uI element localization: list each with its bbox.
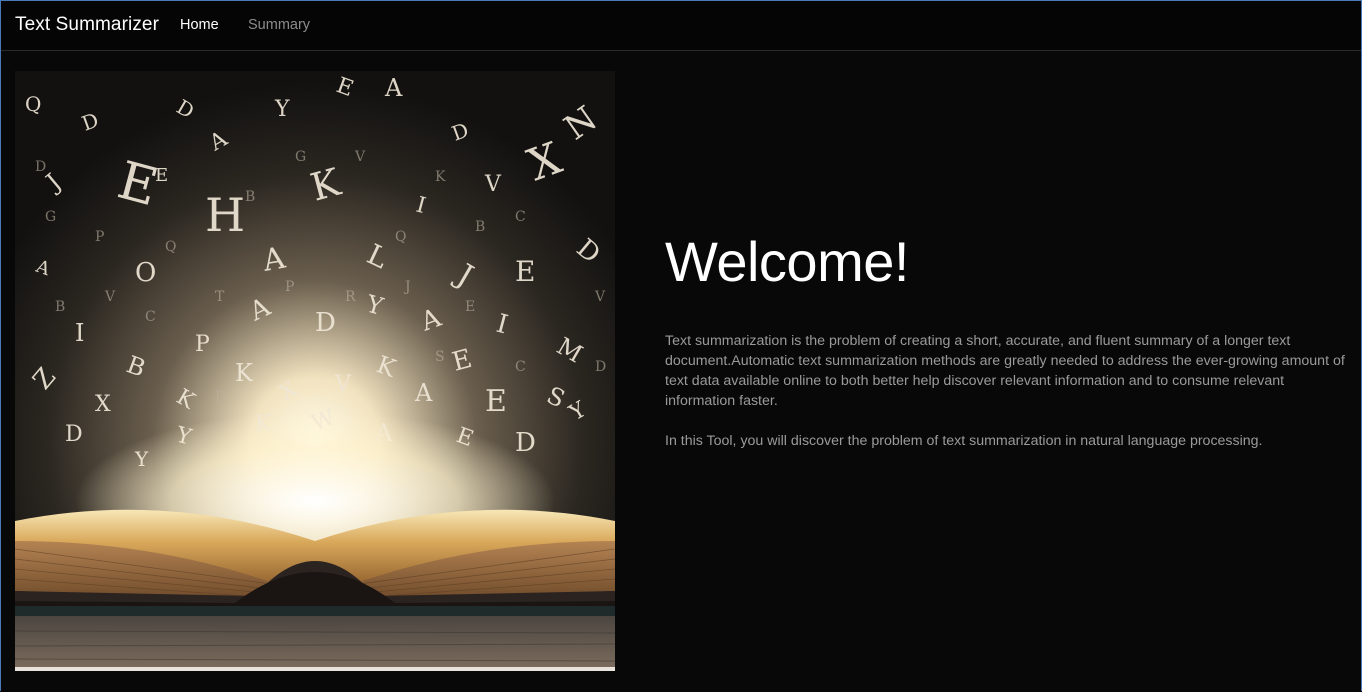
image-bottom-border bbox=[15, 667, 615, 671]
svg-text:G: G bbox=[295, 149, 306, 165]
svg-text:J: J bbox=[403, 279, 411, 295]
svg-text:V: V bbox=[484, 172, 502, 197]
svg-text:V: V bbox=[354, 149, 366, 165]
svg-text:O: O bbox=[135, 258, 156, 288]
hero-image: E H X N K J A L O J I B P A D Y A I E M bbox=[15, 71, 615, 671]
svg-text:T: T bbox=[215, 289, 225, 305]
svg-text:H: H bbox=[205, 188, 245, 242]
svg-text:C: C bbox=[145, 309, 156, 325]
svg-text:V: V bbox=[594, 289, 606, 305]
nav-link-summary[interactable]: Summary bbox=[248, 17, 310, 33]
svg-text:D: D bbox=[595, 359, 606, 375]
svg-text:S: S bbox=[435, 349, 445, 365]
svg-text:X: X bbox=[95, 392, 111, 417]
svg-text:A: A bbox=[384, 74, 403, 102]
svg-text:Y: Y bbox=[274, 97, 290, 122]
svg-text:E: E bbox=[485, 384, 507, 419]
svg-text:K: K bbox=[235, 359, 254, 387]
svg-text:I: I bbox=[75, 319, 84, 347]
svg-text:P: P bbox=[195, 332, 210, 357]
svg-text:P: P bbox=[95, 229, 104, 245]
app-window: Text Summarizer Home Summary E H X N K J… bbox=[0, 0, 1362, 691]
svg-text:D: D bbox=[35, 159, 46, 175]
svg-text:E: E bbox=[465, 299, 475, 315]
svg-text:B: B bbox=[55, 299, 65, 315]
brand-logo-text[interactable]: Text Summarizer bbox=[15, 14, 159, 36]
navbar: Text Summarizer Home Summary bbox=[1, 1, 1361, 51]
svg-text:B: B bbox=[475, 219, 485, 235]
svg-text:E: E bbox=[155, 165, 168, 186]
svg-text:A: A bbox=[414, 379, 433, 407]
svg-text:D: D bbox=[215, 389, 226, 405]
svg-text:E: E bbox=[515, 255, 535, 288]
main-content: Welcome! Text summarization is the probl… bbox=[665, 227, 1350, 471]
svg-text:C: C bbox=[515, 359, 526, 375]
svg-text:P: P bbox=[285, 279, 294, 295]
svg-text:C: C bbox=[515, 209, 526, 225]
nav-link-home[interactable]: Home bbox=[180, 17, 219, 33]
welcome-heading: Welcome! bbox=[665, 230, 909, 293]
svg-text:K: K bbox=[435, 169, 446, 185]
open-book-flying-letters-image: E H X N K J A L O J I B P A D Y A I E M bbox=[15, 71, 615, 671]
svg-text:D: D bbox=[65, 422, 83, 447]
svg-text:V: V bbox=[104, 289, 116, 305]
intro-paragraph: Text summarization is the problem of cre… bbox=[665, 333, 1345, 409]
svg-text:B: B bbox=[245, 189, 255, 205]
svg-text:Q: Q bbox=[395, 229, 406, 245]
svg-text:Q: Q bbox=[165, 239, 176, 255]
svg-text:V: V bbox=[334, 372, 352, 397]
svg-text:R: R bbox=[345, 289, 356, 305]
svg-text:D: D bbox=[315, 308, 336, 338]
svg-text:G: G bbox=[45, 209, 56, 225]
tool-description-paragraph: In this Tool, you will discover the prob… bbox=[665, 433, 1263, 449]
svg-text:Q: Q bbox=[25, 92, 41, 116]
